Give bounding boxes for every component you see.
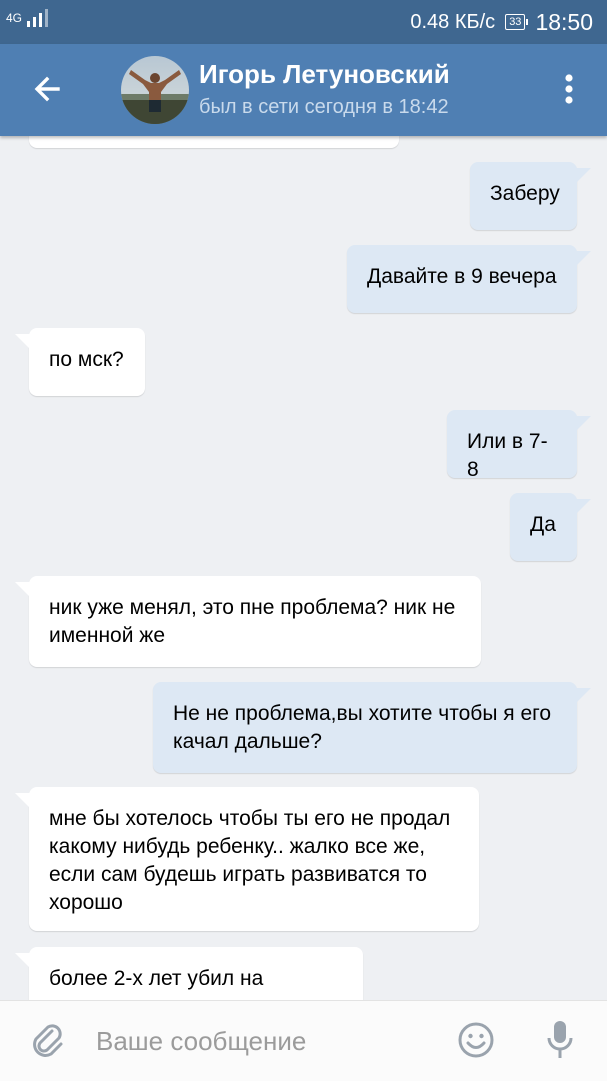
- message-text: Да: [530, 513, 556, 536]
- message-text: Или в 7-8: [467, 430, 548, 481]
- voice-button[interactable]: [545, 1019, 575, 1061]
- status-bar: 4G 0.48 КБ/с 33 18:50: [0, 0, 607, 44]
- avatar-photo: [121, 70, 189, 124]
- message-bubble-incoming[interactable]: мне бы хотелось чтобы ты его не продал к…: [15, 787, 479, 931]
- message-composer: Ваше сообщение: [0, 1000, 607, 1081]
- message-text: Заберу: [490, 182, 560, 205]
- message-text-line: если сам будешь играть развиватся то: [49, 863, 427, 886]
- message-bubble-outgoing[interactable]: Или в 7-8: [447, 410, 591, 481]
- back-button[interactable]: [24, 66, 72, 114]
- more-button[interactable]: [557, 72, 581, 108]
- network-indicator: 4G: [6, 9, 49, 27]
- message-text-line: Не не проблема,вы хотите чтобы я его: [173, 702, 552, 725]
- mic-icon: [547, 1021, 573, 1058]
- signal-icon: [27, 9, 49, 27]
- message-text-line: мне бы хотелось чтобы ты его не продал: [49, 807, 451, 830]
- message-text-line: хорошо: [49, 891, 123, 914]
- message-input[interactable]: Ваше сообщение: [96, 1023, 426, 1059]
- message-text-line: ник уже менял, это пне проблема? ник не: [49, 596, 456, 619]
- message-bubble-outgoing[interactable]: Давайте в 9 вечера: [347, 245, 591, 313]
- message-text-line: какому нибудь ребенку.. жалко все же,: [49, 835, 426, 858]
- last-seen-status: был в сети сегодня в 18:42: [199, 96, 449, 118]
- emoji-button[interactable]: [457, 1021, 495, 1059]
- message-bubble-incoming[interactable]: по мск?: [15, 328, 145, 396]
- battery-icon: 33: [505, 14, 529, 30]
- back-arrow-icon: [34, 76, 60, 102]
- clock: 18:50: [535, 8, 593, 35]
- network-type: 4G: [6, 11, 23, 25]
- attach-button[interactable]: [28, 1021, 68, 1061]
- message-text: Давайте в 9 вечера: [367, 265, 557, 288]
- more-vert-icon: [565, 74, 573, 104]
- chat-header: Игорь Летуновский был в сети сегодня в 1…: [0, 44, 607, 136]
- message-text: по мск?: [49, 348, 124, 371]
- message-text-line: качал дальше?: [173, 730, 322, 753]
- network-speed: 0.48 КБ/с: [410, 10, 496, 33]
- contact-name[interactable]: Игорь Летуновский: [199, 59, 450, 90]
- attach-icon: [33, 1024, 63, 1057]
- message-bubble-outgoing[interactable]: Да: [510, 493, 591, 561]
- emoji-icon: [458, 1022, 494, 1058]
- message-text-line: именной же: [49, 624, 166, 647]
- message-bubble-incoming[interactable]: ник уже менял, это пне проблема? ник не …: [15, 576, 481, 667]
- avatar[interactable]: [121, 56, 189, 124]
- message-bubble-outgoing[interactable]: Заберу: [470, 162, 591, 230]
- message-bubble-outgoing[interactable]: Не не проблема,вы хотите чтобы я его кач…: [153, 682, 591, 773]
